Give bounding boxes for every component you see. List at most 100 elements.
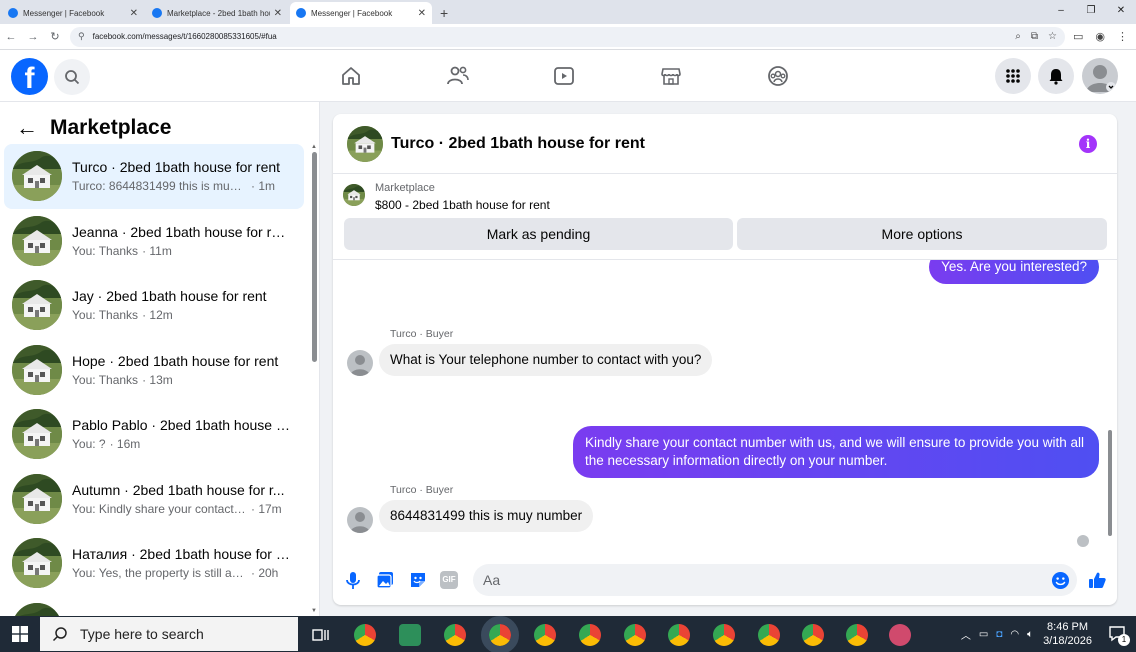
photo-icon[interactable] xyxy=(375,570,395,590)
conversation-item[interactable]: Наталия · 2bed 1bath house for r... You: … xyxy=(4,531,304,596)
install-icon[interactable]: ⧉ xyxy=(1031,31,1038,42)
conversation-thumbnail xyxy=(12,602,62,616)
conversation-name: Наталия · 2bed 1bath house for r... xyxy=(72,546,290,563)
search-button[interactable] xyxy=(54,59,90,95)
task-view-icon[interactable] xyxy=(309,624,331,646)
url-field[interactable]: ⚲ facebook.com/messages/t/16602800853316… xyxy=(70,26,1065,47)
browser-tab-active[interactable]: Messenger | Facebook ✕ xyxy=(290,2,432,24)
sidepanel-icon[interactable]: ▭ xyxy=(1073,30,1083,43)
chrome-profile-taskbar-icon[interactable] xyxy=(481,616,519,652)
chrome-profile-taskbar-icon[interactable] xyxy=(802,624,824,646)
close-tab-icon[interactable]: ✕ xyxy=(418,8,426,19)
emoji-icon[interactable] xyxy=(1051,571,1070,590)
chrome-profile-taskbar-icon[interactable] xyxy=(624,624,646,646)
conversation-thumbnail xyxy=(12,409,62,460)
info-icon[interactable]: i xyxy=(1079,135,1097,153)
listing-thumbnail[interactable] xyxy=(347,125,383,162)
close-tab-icon[interactable]: ✕ xyxy=(130,8,138,19)
sticker-icon[interactable] xyxy=(408,570,428,590)
chrome-profile-taskbar-icon[interactable] xyxy=(713,624,735,646)
chrome-profile-taskbar-icon[interactable] xyxy=(668,624,690,646)
chrome-taskbar-icon[interactable] xyxy=(354,624,376,646)
conversation-item[interactable]: Pablo Pablo · 2bed 1bath house f... You: … xyxy=(4,402,304,467)
chat-scrollbar[interactable] xyxy=(1108,430,1112,536)
forward-icon[interactable]: → xyxy=(22,31,44,43)
scroll-down-arrow-icon[interactable]: ▼ xyxy=(311,608,317,614)
conversation-item[interactable]: Kevun · 2bed 1bath house for rent xyxy=(4,596,304,616)
conversation-preview: You: Thanks xyxy=(72,308,139,323)
conversation-item[interactable]: Hope · 2bed 1bath house for rent You: Tha… xyxy=(4,338,304,403)
security-icon[interactable]: ◘ xyxy=(996,629,1002,640)
sender-avatar[interactable] xyxy=(347,507,373,533)
conversation-thumbnail xyxy=(12,538,62,589)
sender-avatar[interactable] xyxy=(347,350,373,376)
scroll-up-arrow-icon[interactable]: ▲ xyxy=(311,144,317,150)
conversation-item[interactable]: Autumn · 2bed 1bath house for r... You: K… xyxy=(4,467,304,532)
back-arrow-icon[interactable]: ← xyxy=(16,117,38,139)
menu-kebab-icon[interactable]: ⋮ xyxy=(1117,30,1128,43)
conversation-name: Autumn · 2bed 1bath house for r... xyxy=(72,481,285,498)
tray-chevron-icon[interactable]: ︿ xyxy=(961,627,971,642)
profile-icon[interactable]: ◉ xyxy=(1095,30,1105,43)
chrome-profile-taskbar-icon[interactable] xyxy=(846,624,868,646)
facebook-top-nav: f xyxy=(0,50,1136,102)
new-tab-button[interactable]: + xyxy=(440,5,448,21)
site-info-icon[interactable]: ⚲ xyxy=(78,31,85,42)
minimize-button[interactable]: – xyxy=(1046,0,1076,24)
chat-title[interactable]: Turco · 2bed 1bath house for rent xyxy=(391,135,645,153)
bookmark-star-icon[interactable]: ☆ xyxy=(1048,31,1057,42)
battery-icon[interactable]: ▭ xyxy=(979,629,988,640)
thumbs-up-icon[interactable] xyxy=(1087,570,1107,590)
message-composer: GIF xyxy=(333,560,1117,605)
notifications-button[interactable] xyxy=(1038,58,1074,94)
chrome-profile-taskbar-icon[interactable] xyxy=(444,624,466,646)
outgoing-message[interactable]: Yes. Are you interested? xyxy=(929,260,1099,284)
menu-grid-button[interactable] xyxy=(995,58,1031,94)
restore-button[interactable]: ❐ xyxy=(1076,0,1106,24)
browser-tab[interactable]: Messenger | Facebook ✕ xyxy=(2,2,144,24)
outgoing-message[interactable]: Kindly share your contact number with us… xyxy=(573,426,1099,478)
zoom-icon[interactable]: ⌕ xyxy=(1015,31,1021,42)
seen-avatar-icon xyxy=(1077,535,1089,547)
close-tab-icon[interactable]: ✕ xyxy=(274,8,282,19)
sidebar-scrollbar[interactable] xyxy=(312,152,317,362)
more-options-button[interactable]: More options xyxy=(737,218,1107,250)
app-taskbar-icon[interactable] xyxy=(889,624,911,646)
volume-icon[interactable]: 🔈︎ xyxy=(1027,629,1033,640)
chrome-profile-taskbar-icon[interactable] xyxy=(534,624,556,646)
wifi-icon[interactable]: ◠ xyxy=(1010,629,1019,640)
conversation-time: · 17m xyxy=(251,501,282,516)
conversation-thumbnail xyxy=(12,280,62,331)
home-nav-icon[interactable] xyxy=(339,64,363,88)
groups-nav-icon[interactable] xyxy=(766,64,790,88)
conversation-preview-row: You: Thanks · 12m xyxy=(72,308,290,322)
taskbar-search-box[interactable]: Type here to search xyxy=(40,617,298,651)
listing-info[interactable]: Marketplace $800 - 2bed 1bath house for … xyxy=(343,182,550,212)
app-taskbar-icon[interactable] xyxy=(399,624,421,646)
notification-center-button[interactable]: 1 xyxy=(1104,616,1130,652)
incoming-message[interactable]: What is Your telephone number to contact… xyxy=(379,344,713,376)
friends-nav-icon[interactable] xyxy=(446,64,470,88)
conversation-item[interactable]: Jay · 2bed 1bath house for rent You: Than… xyxy=(4,273,304,338)
conversation-item[interactable]: Turco · 2bed 1bath house for rent Turco: … xyxy=(4,144,304,209)
microphone-icon[interactable] xyxy=(343,570,363,590)
message-input[interactable] xyxy=(473,564,1077,596)
facebook-logo-icon[interactable]: f xyxy=(11,58,48,95)
chrome-profile-taskbar-icon[interactable] xyxy=(758,624,780,646)
conversation-item[interactable]: Jeanna · 2bed 1bath house for rent You: T… xyxy=(4,209,304,274)
chrome-profile-taskbar-icon[interactable] xyxy=(579,624,601,646)
start-button[interactable] xyxy=(0,616,40,652)
clock[interactable]: 8:46 PM 3/18/2026 xyxy=(1043,620,1092,648)
account-avatar[interactable] xyxy=(1082,58,1118,94)
video-nav-icon[interactable] xyxy=(552,64,576,88)
reload-icon[interactable]: ↻ xyxy=(44,30,66,43)
gif-icon[interactable]: GIF xyxy=(440,571,458,589)
conversation-name: Jay · 2bed 1bath house for rent xyxy=(72,288,267,305)
marketplace-nav-icon[interactable] xyxy=(659,64,683,88)
browser-tab[interactable]: Marketplace - 2bed 1bath hous ✕ xyxy=(146,2,288,24)
close-window-button[interactable]: ✕ xyxy=(1106,0,1136,24)
incoming-message[interactable]: 8644831499 this is muy number xyxy=(379,500,594,532)
conversation-preview: You: Yes, the property is still availab.… xyxy=(72,566,247,581)
mark-as-pending-button[interactable]: Mark as pending xyxy=(344,218,733,250)
back-icon[interactable]: ← xyxy=(0,31,22,43)
